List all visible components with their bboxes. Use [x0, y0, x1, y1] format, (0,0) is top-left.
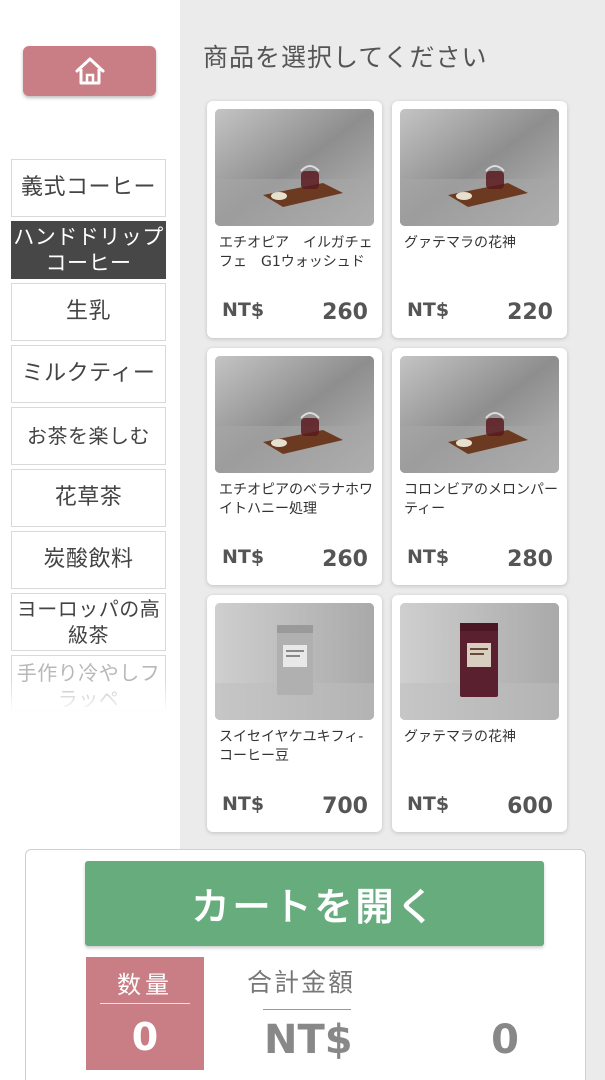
- category-hand-drip-coffee[interactable]: ハンドドリップコーヒー: [11, 221, 166, 279]
- product-price: 600: [507, 794, 553, 819]
- quantity-label: 数量: [117, 971, 173, 999]
- product-card[interactable]: コロンビアのメロンパーティー NT$ 280: [392, 348, 567, 585]
- product-card[interactable]: グァテマラの花神 NT$ 600: [392, 595, 567, 832]
- product-image: [215, 109, 374, 226]
- home-button[interactable]: [23, 46, 156, 96]
- total-currency: NT$: [264, 1017, 353, 1063]
- page-title: 商品を選択してください: [203, 43, 488, 72]
- product-currency: NT$: [222, 546, 265, 568]
- product-price: 220: [507, 300, 553, 325]
- product-name: グァテマラの花神: [404, 235, 516, 251]
- product-name: スイセイヤケユキフィ-コーヒー豆: [219, 729, 364, 764]
- product-currency: NT$: [222, 793, 265, 815]
- category-milk-tea[interactable]: ミルクティー: [11, 345, 166, 403]
- product-image: [215, 603, 374, 720]
- product-image: [400, 356, 559, 473]
- category-espresso-coffee[interactable]: 義式コーヒー: [11, 159, 166, 217]
- category-soda[interactable]: 炭酸飲料: [11, 531, 166, 589]
- product-image: [400, 109, 559, 226]
- product-price: 280: [507, 547, 553, 572]
- total-label: 合計金額: [247, 968, 356, 997]
- quantity-value: 0: [131, 1015, 159, 1059]
- quantity-box: 数量 0: [86, 957, 204, 1070]
- product-image: [215, 356, 374, 473]
- product-card[interactable]: エチオピアのベラナホワイトハニー処理 NT$ 260: [207, 348, 382, 585]
- product-card[interactable]: エチオピア イルガチェフェ G1ウォッシュド NT$ 260: [207, 101, 382, 338]
- quantity-divider: [100, 1003, 190, 1004]
- product-price: 700: [322, 794, 368, 819]
- product-name: グァテマラの花神: [404, 729, 516, 745]
- product-currency: NT$: [407, 793, 450, 815]
- category-european-tea[interactable]: ヨーロッパの高級茶: [11, 593, 166, 651]
- scroll-fade: [11, 680, 166, 712]
- product-name: コロンビアのメロンパーティー: [404, 482, 558, 517]
- product-card[interactable]: グァテマラの花神 NT$ 220: [392, 101, 567, 338]
- total-divider: [263, 1009, 351, 1010]
- product-price: 260: [322, 547, 368, 572]
- product-price: 260: [322, 300, 368, 325]
- product-currency: NT$: [407, 299, 450, 321]
- open-cart-button[interactable]: カートを開く: [85, 861, 544, 946]
- category-flower-tea[interactable]: 花草茶: [11, 469, 166, 527]
- category-tea[interactable]: お茶を楽しむ: [11, 407, 166, 465]
- home-icon: [75, 57, 104, 85]
- product-image: [400, 603, 559, 720]
- product-name: エチオピア イルガチェフェ G1ウォッシュド: [219, 235, 373, 270]
- product-name: エチオピアのベラナホワイトハニー処理: [219, 482, 373, 517]
- product-card[interactable]: スイセイヤケユキフィ-コーヒー豆 NT$ 700: [207, 595, 382, 832]
- total-value: 0: [491, 1017, 519, 1063]
- product-currency: NT$: [407, 546, 450, 568]
- category-fresh-milk[interactable]: 生乳: [11, 283, 166, 341]
- product-currency: NT$: [222, 299, 265, 321]
